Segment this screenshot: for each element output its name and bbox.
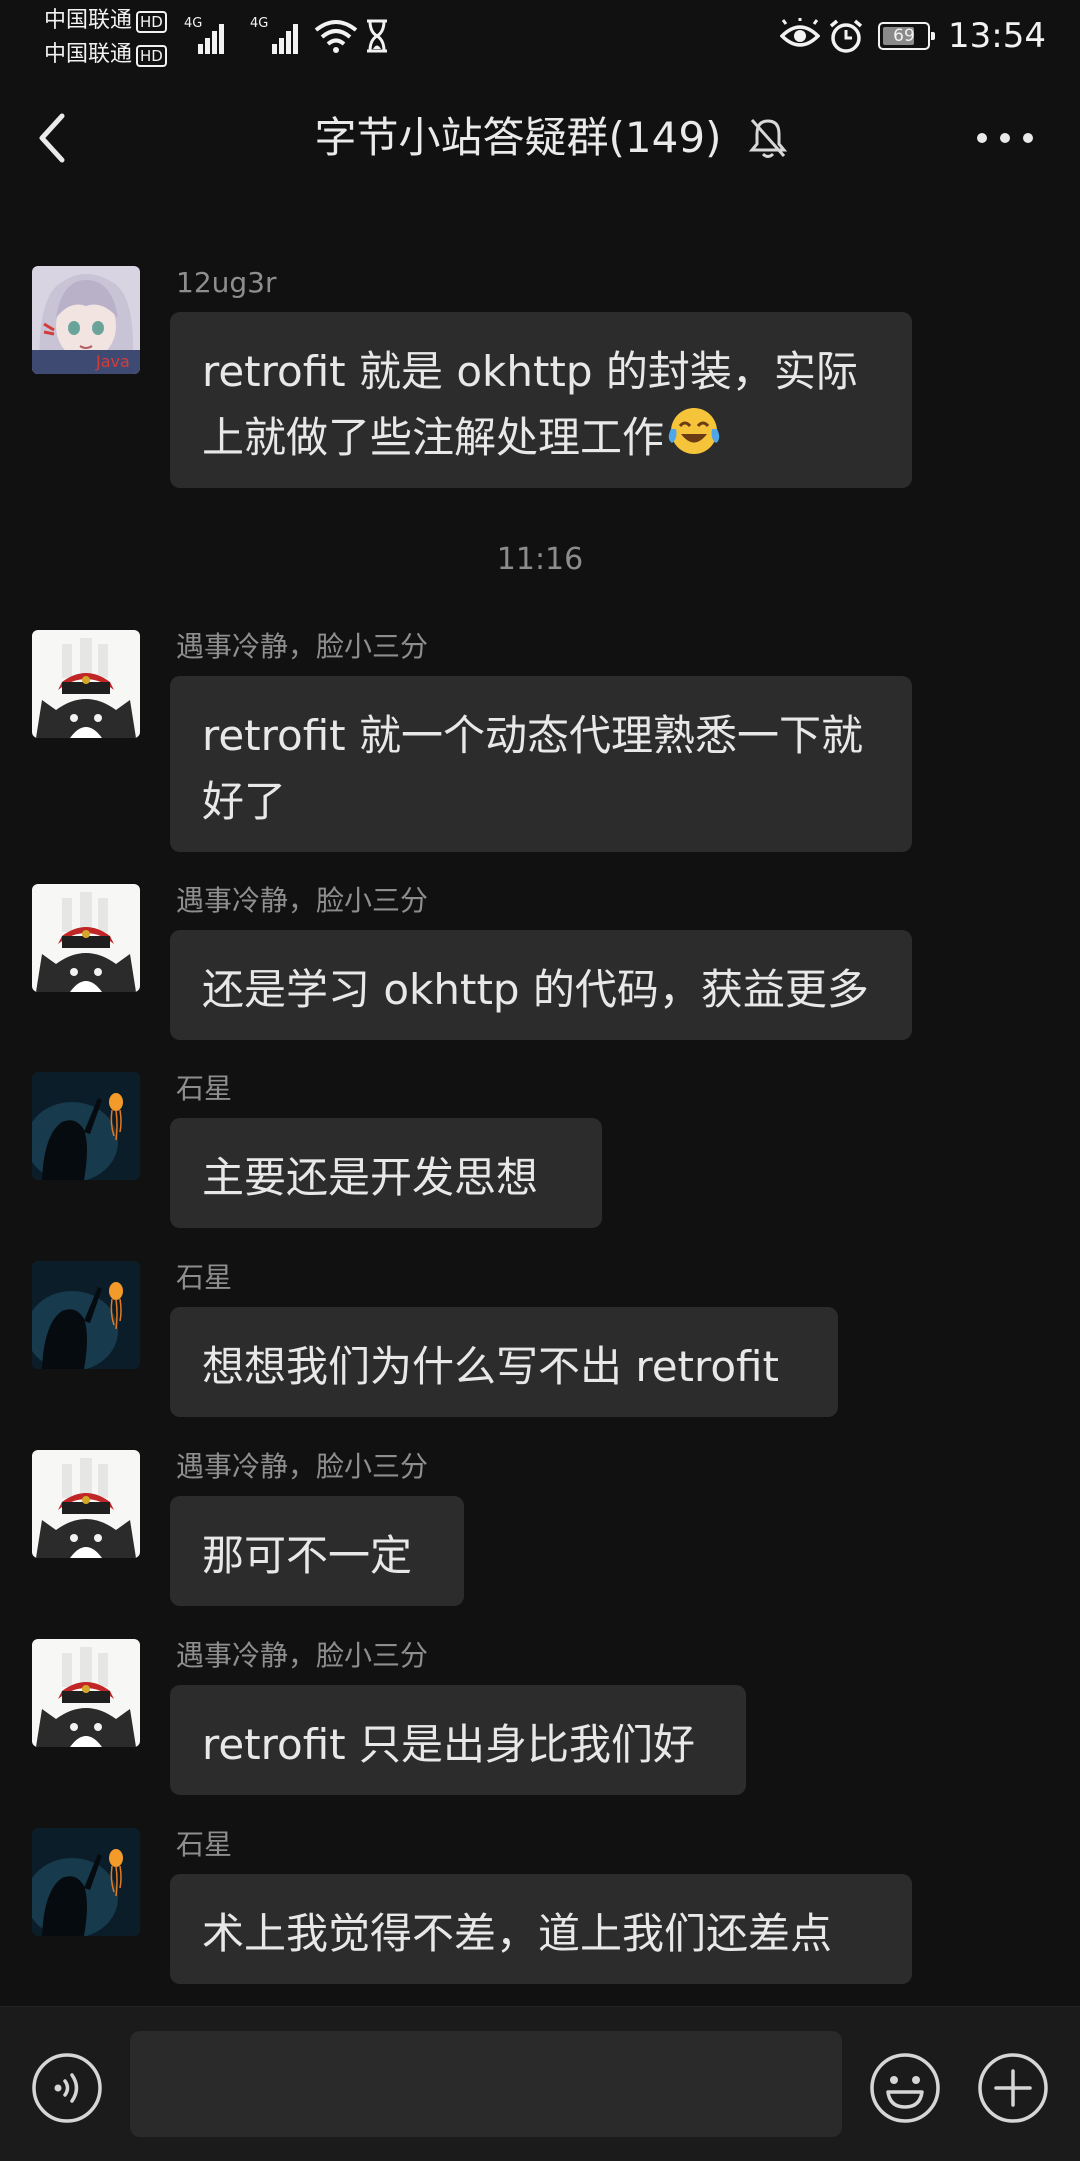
- jellyfish-avatar-icon: [32, 1072, 140, 1180]
- eye-icon: [780, 18, 820, 47]
- sender-name: 12ug3r: [176, 266, 277, 299]
- message-bubble[interactable]: 想想我们为什么写不出 retrofit: [170, 1307, 838, 1417]
- message-text: 术上我觉得不差，道上我们还差点: [202, 1909, 833, 1958]
- anime-girl-avatar-icon: Java: [32, 266, 140, 374]
- avatar[interactable]: [32, 630, 140, 738]
- chat-header: 字节小站答疑群(149): [0, 70, 1080, 206]
- message-text: retrofit 就是 okhttp 的封装，实际上就做了些注解处理工作: [202, 347, 858, 462]
- status-time: 13:54: [948, 16, 1046, 56]
- timestamp: 11:16: [496, 542, 584, 577]
- signal-icon: 4G: [184, 16, 224, 54]
- sender-name: 石星: [176, 1828, 233, 1861]
- message-text: 那可不一定: [202, 1531, 413, 1580]
- message-bubble[interactable]: 还是学习 okhttp 的代码，获益更多: [170, 930, 912, 1040]
- status-bar: 中国联通 HD 中国联通 HD 4G 4G 69 13:54: [0, 0, 1080, 70]
- sender-name: 遇事冷静，脸小三分: [176, 630, 429, 663]
- page-title: 字节小站答疑群(149): [314, 113, 722, 162]
- carrier-1: 中国联通 HD: [44, 8, 167, 34]
- avatar[interactable]: Java: [32, 266, 140, 374]
- network-type-2: 4G: [250, 16, 269, 31]
- message-bubble[interactable]: 术上我觉得不差，道上我们还差点: [170, 1874, 912, 1984]
- tears-of-joy-emoji-icon: [668, 408, 720, 454]
- jellyfish-avatar-icon: [32, 1261, 140, 1369]
- network-type-1: 4G: [184, 16, 203, 31]
- sender-name: 遇事冷静，脸小三分: [176, 1450, 429, 1483]
- voice-button[interactable]: [30, 2051, 104, 2129]
- battery-level: 69: [893, 26, 915, 46]
- message-bubble[interactable]: retrofit 就一个动态代理熟悉一下就好了: [170, 676, 912, 852]
- alarm-icon: [829, 19, 863, 53]
- avatar[interactable]: [32, 1072, 140, 1180]
- emoji-icon: [870, 2053, 940, 2123]
- input-bar: [0, 2006, 1080, 2161]
- jellyfish-avatar-icon: [32, 1828, 140, 1936]
- message-text: retrofit 就一个动态代理熟悉一下就好了: [202, 711, 863, 826]
- mute-bell-icon: [748, 119, 788, 158]
- timestamp: 11:04: [0, 206, 1080, 214]
- voice-icon: [32, 2053, 102, 2123]
- message-text: 主要还是开发思想: [202, 1153, 539, 1202]
- more-dots-icon: [977, 133, 1033, 143]
- avatar[interactable]: [32, 1828, 140, 1936]
- message-bubble[interactable]: 主要还是开发思想: [170, 1118, 602, 1228]
- avatar[interactable]: [32, 1450, 140, 1558]
- avatar[interactable]: [32, 1261, 140, 1369]
- sender-name: 石星: [176, 1261, 233, 1294]
- carrier-1-label: 中国联通: [44, 8, 133, 33]
- sender-name: 遇事冷静，脸小三分: [176, 1639, 429, 1672]
- message-bubble[interactable]: 那可不一定: [170, 1496, 464, 1606]
- sender-name: 石星: [176, 1072, 233, 1105]
- hd-badge-1: HD: [136, 11, 167, 33]
- cat-avatar-icon: [32, 1639, 140, 1747]
- message-bubble[interactable]: retrofit 只是出身比我们好: [170, 1685, 746, 1795]
- avatar[interactable]: [32, 1639, 140, 1747]
- svg-text:Java: Java: [95, 352, 130, 371]
- cat-avatar-icon: [32, 884, 140, 992]
- signal-icon: 4G: [250, 16, 306, 54]
- message-list[interactable]: 11:04 Java 12ug3r retrofit 就是 okhttp 的封装…: [0, 206, 1080, 2006]
- cat-avatar-icon: [32, 1450, 140, 1558]
- emoji-button[interactable]: [868, 2051, 942, 2129]
- plus-icon: [978, 2053, 1048, 2123]
- wifi-icon: [314, 20, 358, 53]
- battery-icon: 69: [878, 22, 935, 50]
- more-button[interactable]: [970, 110, 1040, 166]
- add-button[interactable]: [976, 2051, 1050, 2129]
- cat-avatar-icon: [32, 630, 140, 738]
- carrier-2-label: 中国联通: [44, 42, 133, 67]
- carrier-2: 中国联通 HD: [44, 42, 167, 68]
- message-text: 还是学习 okhttp 的代码，获益更多: [202, 965, 869, 1014]
- avatar[interactable]: [32, 884, 140, 992]
- sender-name: 遇事冷静，脸小三分: [176, 884, 429, 917]
- message-input[interactable]: [130, 2031, 842, 2137]
- hd-badge-2: HD: [136, 45, 167, 67]
- message-text: retrofit 只是出身比我们好: [202, 1720, 695, 1769]
- message-bubble[interactable]: retrofit 就是 okhttp 的封装，实际上就做了些注解处理工作: [170, 312, 912, 488]
- message-text: 想想我们为什么写不出 retrofit: [202, 1342, 779, 1391]
- hourglass-icon: [367, 19, 387, 53]
